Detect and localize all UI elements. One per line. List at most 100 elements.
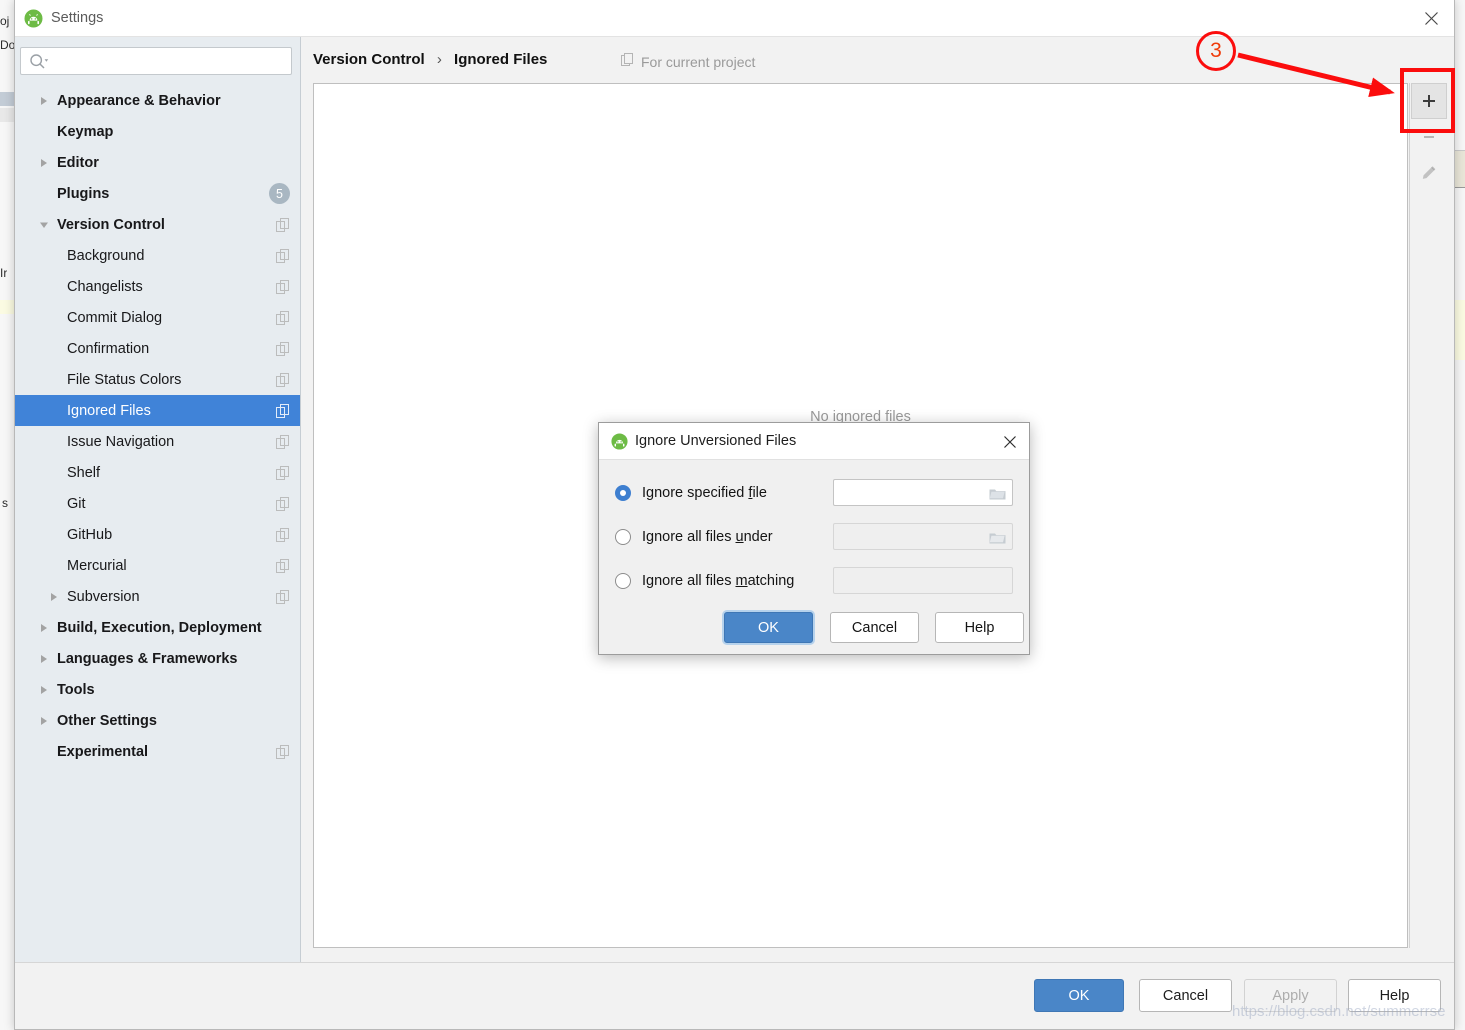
scope-label: For current project [621, 53, 755, 70]
search-box[interactable] [20, 47, 292, 75]
radio-label-post: ile [752, 485, 767, 501]
chevron-right-icon[interactable] [31, 654, 57, 664]
sidebar-item-background[interactable]: Background [15, 240, 300, 271]
chevron-right-icon[interactable] [41, 592, 67, 602]
copy-icon [276, 466, 290, 480]
sidebar-item-shelf[interactable]: Shelf [15, 457, 300, 488]
copy-icon [276, 311, 290, 325]
close-icon[interactable] [995, 427, 1025, 456]
sidebar-item-git[interactable]: Git [15, 488, 300, 519]
radio-label-ignore-specified-file: Ignore specified file [642, 485, 767, 501]
sidebar-item-ignored-files[interactable]: Ignored Files [15, 395, 300, 426]
copy-icon [276, 559, 290, 573]
copy-icon [276, 497, 290, 511]
sidebar-item-confirmation[interactable]: Confirmation [15, 333, 300, 364]
sidebar-item-changelists[interactable]: Changelists [15, 271, 300, 302]
cancel-button[interactable]: Cancel [1139, 979, 1232, 1012]
dialog-cancel-button[interactable]: Cancel [830, 612, 919, 643]
copy-icon [276, 404, 290, 418]
ignore-all-files-matching-field[interactable] [833, 567, 1013, 594]
chevron-right-icon[interactable] [31, 716, 57, 726]
sidebar-item-label: Ignored Files [67, 403, 276, 419]
sidebar-item-label: Mercurial [67, 558, 276, 574]
ignore-all-files-matching-input[interactable] [840, 568, 982, 593]
sidebar-item-label: Changelists [67, 279, 276, 295]
sidebar-item-label: Other Settings [57, 713, 290, 729]
radio-label-pre: Ignore specified [642, 485, 748, 501]
copy-icon [276, 590, 290, 604]
folder-icon[interactable] [989, 530, 1006, 549]
sidebar-item-file-status-colors[interactable]: File Status Colors [15, 364, 300, 395]
sidebar-item-label: Version Control [57, 217, 276, 233]
android-studio-icon [611, 433, 628, 450]
ignore-specified-file-field[interactable] [833, 479, 1013, 506]
sidebar-item-label: Build, Execution, Deployment [57, 620, 290, 636]
android-studio-icon [24, 9, 43, 28]
sidebar-item-label: File Status Colors [67, 372, 276, 388]
search-input[interactable] [55, 48, 287, 74]
ignore-specified-file-input[interactable] [840, 480, 982, 505]
radio-ignore-all-files-under[interactable] [615, 529, 631, 545]
sidebar-item-label: Subversion [67, 589, 276, 605]
radio-ignore-specified-file[interactable] [615, 485, 631, 501]
settings-sidebar: Appearance & Behavior Keymap Editor Plugins… [15, 37, 301, 962]
sidebar-item-experimental[interactable]: Experimental [15, 736, 300, 767]
copy-icon [276, 249, 290, 263]
copy-icon [276, 745, 290, 759]
sidebar-item-appearance-behavior[interactable]: Appearance & Behavior [15, 85, 300, 116]
copy-icon [276, 342, 290, 356]
chevron-right-icon[interactable] [31, 96, 57, 106]
ignore-all-files-under-field[interactable] [833, 523, 1013, 550]
chevron-right-icon[interactable] [31, 158, 57, 168]
sidebar-item-label: Git [67, 496, 276, 512]
settings-window: Settings Appearance & BehaviorKeymapEdit… [14, 0, 1455, 1030]
sidebar-item-issue-navigation[interactable]: Issue Navigation [15, 426, 300, 457]
sidebar-item-editor[interactable]: Editor [15, 147, 300, 178]
sidebar-item-label: Editor [57, 155, 290, 171]
sidebar-item-subversion[interactable]: Subversion [15, 581, 300, 612]
sidebar-item-build-execution-deployment[interactable]: Build, Execution, Deployment [15, 612, 300, 643]
breadcrumb: Version Control › Ignored Files [313, 51, 547, 68]
breadcrumb-current: Ignored Files [454, 51, 547, 68]
sidebar-item-languages-frameworks[interactable]: Languages & Frameworks [15, 643, 300, 674]
remove-ignored-file-button[interactable] [1411, 119, 1447, 155]
chevron-down-icon[interactable] [31, 220, 57, 230]
apply-button[interactable]: Apply [1244, 979, 1337, 1012]
sidebar-item-label: Background [67, 248, 276, 264]
sidebar-item-plugins[interactable]: Plugins5 [15, 178, 300, 209]
sidebar-item-commit-dialog[interactable]: Commit Dialog [15, 302, 300, 333]
scope-label-text: For current project [641, 54, 755, 70]
radio-ignore-all-files-matching[interactable] [615, 573, 631, 589]
radio-label-post: atching [748, 573, 795, 589]
sidebar-item-other-settings[interactable]: Other Settings [15, 705, 300, 736]
breadcrumb-parent[interactable]: Version Control [313, 51, 425, 68]
sidebar-item-keymap[interactable]: Keymap [15, 116, 300, 147]
sidebar-item-tools[interactable]: Tools [15, 674, 300, 705]
help-button[interactable]: Help [1348, 979, 1441, 1012]
dialog-help-button[interactable]: Help [935, 612, 1024, 643]
sidebar-item-label: Appearance & Behavior [57, 93, 290, 109]
copy-icon [276, 280, 290, 294]
sidebar-item-label: Tools [57, 682, 290, 698]
sidebar-item-label: GitHub [67, 527, 276, 543]
chevron-right-icon[interactable] [31, 685, 57, 695]
close-icon[interactable] [1408, 0, 1454, 37]
folder-icon[interactable] [989, 486, 1006, 505]
sidebar-item-mercurial[interactable]: Mercurial [15, 550, 300, 581]
chevron-right-icon[interactable] [31, 623, 57, 633]
ignore-all-files-under-input[interactable] [840, 524, 982, 549]
sidebar-item-label: Shelf [67, 465, 276, 481]
ok-button[interactable]: OK [1034, 979, 1124, 1012]
edit-ignored-file-button[interactable] [1411, 155, 1447, 191]
radio-label-ignore-all-files-under: Ignore all files under [642, 529, 773, 545]
sidebar-item-github[interactable]: GitHub [15, 519, 300, 550]
ide-text-fragment: Ir [0, 266, 7, 280]
ide-text-fragment: s [2, 496, 8, 510]
sidebar-item-label: Commit Dialog [67, 310, 276, 326]
sidebar-item-version-control[interactable]: Version Control [15, 209, 300, 240]
add-ignored-file-button[interactable] [1411, 83, 1447, 119]
copy-icon [621, 53, 635, 70]
ignore-unversioned-files-dialog: Ignore Unversioned Files Ignore specifie… [598, 422, 1030, 655]
dialog-ok-button[interactable]: OK [724, 612, 813, 643]
sidebar-item-label: Issue Navigation [67, 434, 276, 450]
